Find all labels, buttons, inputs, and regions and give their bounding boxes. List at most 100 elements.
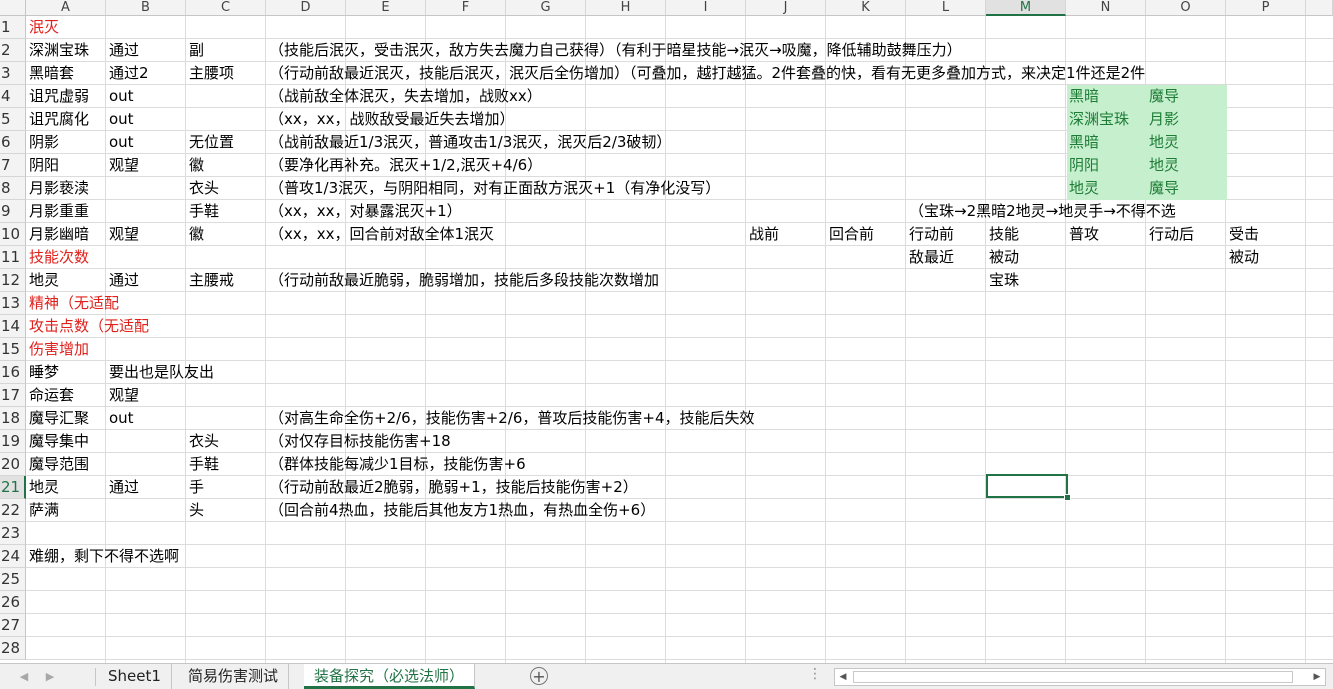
cell-c6[interactable]: 无位置 <box>186 131 234 154</box>
column-header-f[interactable]: F <box>426 0 506 16</box>
column-header-g[interactable]: G <box>506 0 586 16</box>
cell-d8[interactable]: （普攻1/3泯灭，与阴阳相同，对有正面敌方泯灭+1（有净化没写） <box>266 177 720 200</box>
row-header-19[interactable]: 19 <box>0 430 26 453</box>
add-sheet-icon[interactable]: + <box>530 667 548 685</box>
cell-d20[interactable]: （群体技能每减少1目标，技能伤害+6 <box>266 453 526 476</box>
column-header-e[interactable]: E <box>346 0 426 16</box>
cell-a8[interactable]: 月影亵渎 <box>26 177 89 200</box>
tab-scroll-right-icon[interactable]: ▶ <box>40 668 60 686</box>
row-header-18[interactable]: 18 <box>0 407 26 430</box>
column-header-a[interactable]: A <box>26 0 106 16</box>
column-header-i[interactable]: I <box>666 0 746 16</box>
row-header-28[interactable]: 28 <box>0 637 26 660</box>
cell-m11[interactable]: 被动 <box>986 246 1019 269</box>
cell-a24[interactable]: 难绷，剩下不得不选啊 <box>26 545 179 568</box>
cell-c7[interactable]: 徽 <box>186 154 204 177</box>
cell-c22[interactable]: 头 <box>186 499 204 522</box>
cell-a19[interactable]: 魔导集中 <box>26 430 89 453</box>
row-header-20[interactable]: 20 <box>0 453 26 476</box>
row-header-10[interactable]: 10 <box>0 223 26 246</box>
cell-m12[interactable]: 宝珠 <box>986 269 1019 292</box>
more-tabs-icon[interactable]: ⋮ <box>808 666 822 682</box>
cell-d6[interactable]: （战前敌最近1/3泯灭，普通攻击1/3泯灭，泯灭后2/3破韧） <box>266 131 671 154</box>
cell-o4[interactable]: 魔导 <box>1146 85 1179 108</box>
cell-b10[interactable]: 观望 <box>106 223 139 246</box>
scroll-left-arrow-icon[interactable]: ◀ <box>835 669 851 685</box>
row-header-23[interactable]: 23 <box>0 522 26 545</box>
row-header-12[interactable]: 12 <box>0 269 26 292</box>
cell-a17[interactable]: 命运套 <box>26 384 74 407</box>
row-header-1[interactable]: 1 <box>0 16 26 39</box>
cell-a18[interactable]: 魔导汇聚 <box>26 407 89 430</box>
cell-d4[interactable]: （战前敌全体泯灭，失去增加，战败xx） <box>266 85 542 108</box>
cell-a10[interactable]: 月影幽暗 <box>26 223 89 246</box>
column-header-h[interactable]: H <box>586 0 666 16</box>
horizontal-scrollbar[interactable]: ◀ ▶ <box>834 668 1326 686</box>
sheet-tab-sheet1[interactable]: Sheet1 <box>98 664 172 689</box>
cell-o7[interactable]: 地灵 <box>1146 154 1179 177</box>
column-header-j[interactable]: J <box>746 0 826 16</box>
cell-c20[interactable]: 手鞋 <box>186 453 219 476</box>
row-header-14[interactable]: 14 <box>0 315 26 338</box>
cell-b4[interactable]: out <box>106 85 134 108</box>
cell-a11[interactable]: 技能次数 <box>26 246 89 269</box>
cell-b2[interactable]: 通过 <box>106 39 139 62</box>
column-header-n[interactable]: N <box>1066 0 1146 16</box>
column-header-p[interactable]: P <box>1226 0 1306 16</box>
cell-n8[interactable]: 地灵 <box>1066 177 1099 200</box>
spreadsheet-grid[interactable]: ABCDEFGHIJKLMNOP 1 2 3 4 5 6 7 8 9 10 11 12 13 14 15 16… <box>0 0 1333 663</box>
cell-o8[interactable]: 魔导 <box>1146 177 1179 200</box>
active-cell-selection[interactable] <box>986 474 1068 498</box>
cell-a7[interactable]: 阴阳 <box>26 154 59 177</box>
cell-c21[interactable]: 手 <box>186 476 204 499</box>
row-header-4[interactable]: 4 <box>0 85 26 108</box>
cell-c10[interactable]: 徽 <box>186 223 204 246</box>
cell-a20[interactable]: 魔导范围 <box>26 453 89 476</box>
cell-o6[interactable]: 地灵 <box>1146 131 1179 154</box>
row-header-5[interactable]: 5 <box>0 108 26 131</box>
column-header-l[interactable]: L <box>906 0 986 16</box>
cell-b5[interactable]: out <box>106 108 134 131</box>
cell-p11[interactable]: 被动 <box>1226 246 1259 269</box>
cell-a9[interactable]: 月影重重 <box>26 200 89 223</box>
row-header-2[interactable]: 2 <box>0 39 26 62</box>
cell-n5[interactable]: 深渊宝珠 <box>1066 108 1129 131</box>
cell-o5[interactable]: 月影 <box>1146 108 1179 131</box>
cell-o10[interactable]: 行动后 <box>1146 223 1194 246</box>
cell-k10[interactable]: 回合前 <box>826 223 874 246</box>
cell-l9[interactable]: （宝珠→2黑暗2地灵→地灵手→不得不选 <box>906 200 1176 223</box>
cell-d2[interactable]: （技能后泯灭，受击泯灭，敌方失去魔力自己获得）（有利于暗星技能→泯灭→吸魔，降低… <box>266 39 962 62</box>
cell-a14[interactable]: 攻击点数（无适配 <box>26 315 149 338</box>
cell-b12[interactable]: 通过 <box>106 269 139 292</box>
cell-l11[interactable]: 敌最近 <box>906 246 954 269</box>
cell-c8[interactable]: 衣头 <box>186 177 219 200</box>
cell-c2[interactable]: 副 <box>186 39 204 62</box>
cell-b7[interactable]: 观望 <box>106 154 139 177</box>
cell-c19[interactable]: 衣头 <box>186 430 219 453</box>
row-header-21[interactable]: 21 <box>0 476 26 499</box>
scroll-right-arrow-icon[interactable]: ▶ <box>1309 669 1325 685</box>
cell-d12[interactable]: （行动前敌最近脆弱，脆弱增加，技能后多段技能次数增加 <box>266 269 659 292</box>
cell-a15[interactable]: 伤害增加 <box>26 338 89 361</box>
column-header-d[interactable]: D <box>266 0 346 16</box>
cell-m10[interactable]: 技能 <box>986 223 1019 246</box>
cell-a16[interactable]: 睡梦 <box>26 361 59 384</box>
cell-d7[interactable]: （要净化再补充。泯灭+1/2,泯灭+4/6） <box>266 154 542 177</box>
sheet-tab-equipment[interactable]: 装备探究（必选法师） <box>304 664 476 689</box>
cell-b6[interactable]: out <box>106 131 134 154</box>
cell-n7[interactable]: 阴阳 <box>1066 154 1099 177</box>
cell-b18[interactable]: out <box>106 407 134 430</box>
cell-d9[interactable]: （xx，xx，对暴露泯灭+1） <box>266 200 462 223</box>
cell-j10[interactable]: 战前 <box>746 223 779 246</box>
cell-a12[interactable]: 地灵 <box>26 269 59 292</box>
cell-d18[interactable]: （对高生命全伤+2/6，技能伤害+2/6，普攻后技能伤害+4，技能后失效 <box>266 407 755 430</box>
cell-c9[interactable]: 手鞋 <box>186 200 219 223</box>
cell-l10[interactable]: 行动前 <box>906 223 954 246</box>
cell-d3[interactable]: （行动前敌最近泯灭，技能后泯灭，泯灭后全伤增加）（可叠加，越打越猛。2件套叠的快… <box>266 62 1145 85</box>
cell-d19[interactable]: （对仅存目标技能伤害+18 <box>266 430 451 453</box>
scrollbar-thumb[interactable] <box>853 671 1293 683</box>
row-header-15[interactable]: 15 <box>0 338 26 361</box>
cell-d22[interactable]: （回合前4热血，技能后其他友方1热血，有热血全伤+6） <box>266 499 655 522</box>
row-header-25[interactable]: 25 <box>0 568 26 591</box>
cell-n4[interactable]: 黑暗 <box>1066 85 1099 108</box>
